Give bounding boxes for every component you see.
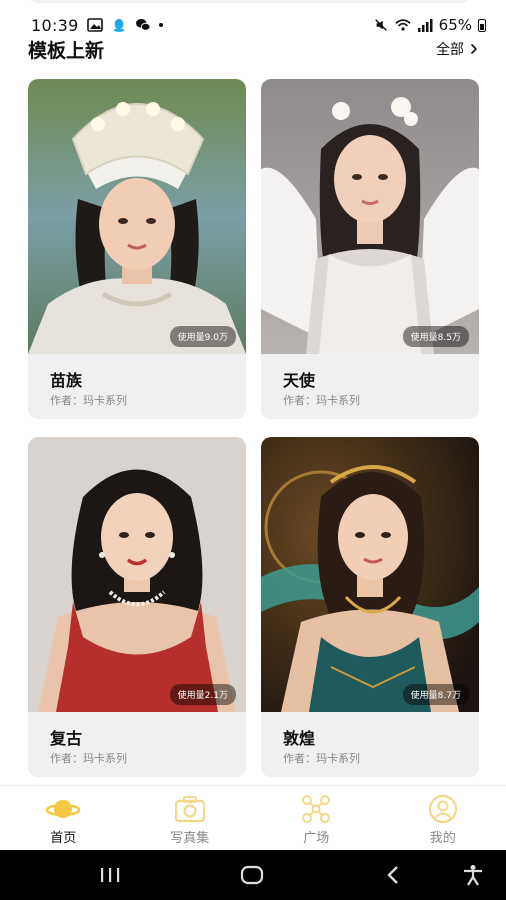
nav-item-plaza[interactable]: 广场 [253,786,380,850]
card-title: 敦煌 [283,729,316,748]
back-icon[interactable] [382,864,406,886]
bottom-nav: 首页 写真集 广场 我的 [0,785,506,850]
template-image-angel [261,79,479,354]
template-card[interactable]: 使用量9.0万 苗族 作者：玛卡系列 [28,79,246,419]
usage-badge: 使用量8.5万 [402,326,469,347]
battery-icon [478,18,486,32]
template-card[interactable]: 使用量8.5万 天使 作者：玛卡系列 [261,79,479,419]
accessibility-icon[interactable] [461,864,485,886]
recent-apps-icon[interactable] [98,864,122,886]
see-all-label: 全部 [436,42,464,58]
nav-item-me[interactable]: 我的 [380,786,506,850]
card-author: 作者：玛卡系列 [50,752,127,765]
home-button-icon[interactable] [240,864,264,886]
chevron-right-icon [470,43,478,55]
nav-label: 广场 [303,831,330,846]
card-title: 苗族 [50,371,83,390]
wifi-icon [395,19,411,31]
section-header: 模板上新 全部 [28,36,478,62]
planet-icon [46,800,81,818]
template-card[interactable]: 使用量2.1万 复古 作者：玛卡系列 [28,437,246,777]
card-title: 天使 [283,371,316,390]
nav-item-home[interactable]: 首页 [0,786,127,850]
usage-badge: 使用量2.1万 [169,684,236,705]
mute-icon [374,19,387,31]
camera-icon [174,796,205,823]
hub-icon [302,795,331,823]
usage-badge: 使用量8.7万 [402,684,469,705]
nav-item-album[interactable]: 写真集 [127,786,254,850]
profile-icon [428,794,457,824]
template-image-retro [28,437,246,712]
gallery-notification-icon [86,18,103,32]
card-author: 作者：玛卡系列 [50,394,127,407]
system-navigation-bar [0,850,506,900]
status-time: 10:39 [31,15,79,35]
section-title: 模板上新 [28,39,105,62]
previous-card-edge [30,0,470,3]
template-image-miao [28,79,246,354]
wechat-notification-icon [135,18,151,31]
signal-icon [417,19,433,32]
nav-label: 我的 [429,831,456,846]
nav-label: 首页 [50,831,77,846]
more-notifications-dot [158,23,163,27]
card-title: 复古 [50,729,83,748]
battery-percent: 65% [438,16,472,34]
card-author: 作者：玛卡系列 [283,752,360,765]
template-image-dunhuang [261,437,479,712]
qq-notification-icon [113,18,124,32]
template-card[interactable]: 使用量8.7万 敦煌 作者：玛卡系列 [261,437,479,777]
usage-badge: 使用量9.0万 [169,326,236,347]
nav-label: 写真集 [170,831,210,846]
card-author: 作者：玛卡系列 [283,394,360,407]
see-all-link[interactable]: 全部 [436,39,478,59]
